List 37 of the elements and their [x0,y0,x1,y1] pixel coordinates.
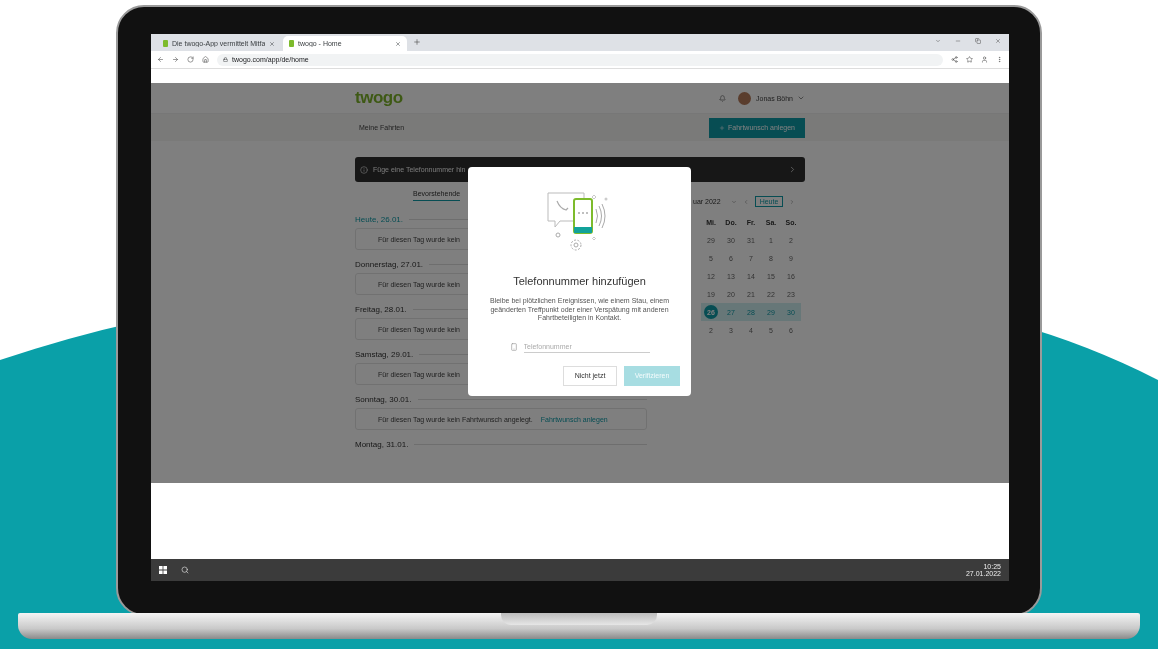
restore-icon[interactable] [975,37,981,44]
phone-icon [509,342,518,351]
next-icon[interactable] [789,198,796,205]
forward-icon[interactable] [172,56,179,63]
previous-icon[interactable] [742,198,749,205]
day-heading: Montag, 31.01. [355,440,409,449]
home-icon[interactable] [202,56,209,63]
profile-icon[interactable] [981,56,988,63]
day-heading: Sonntag, 30.01. [355,395,412,404]
plus-icon [719,124,726,131]
minimize-icon[interactable] [955,37,961,44]
reload-icon[interactable] [187,56,194,63]
close-icon[interactable] [269,40,275,47]
back-icon[interactable] [157,56,164,63]
avatar [738,91,751,105]
chevron-down-icon[interactable] [797,94,805,102]
bell-icon[interactable] [719,94,726,102]
chevron-down-icon[interactable] [730,198,737,205]
new-tab-icon[interactable] [413,38,421,46]
lock-icon [223,57,228,62]
chevron-right-icon [788,165,797,174]
day-heading: Samstag, 29.01. [355,350,414,359]
close-icon[interactable] [995,37,1001,44]
info-icon [360,165,368,174]
dialog-title: Telefonnummer hinzufügen [513,275,646,287]
search-icon[interactable] [181,566,189,574]
share-icon[interactable] [951,56,958,63]
logo-text: twogo [355,88,403,108]
favicon-icon [289,40,294,47]
day-heading: Freitag, 28.01. [355,305,407,314]
day-heading: Donnerstag, 27.01. [355,260,424,269]
close-icon[interactable] [395,40,401,47]
windows-icon[interactable] [159,566,167,574]
star-icon[interactable] [966,56,973,63]
day-heading: Heute, 26.01. [355,215,404,224]
favicon-icon [163,40,168,47]
chevron-down-icon[interactable] [935,37,941,44]
